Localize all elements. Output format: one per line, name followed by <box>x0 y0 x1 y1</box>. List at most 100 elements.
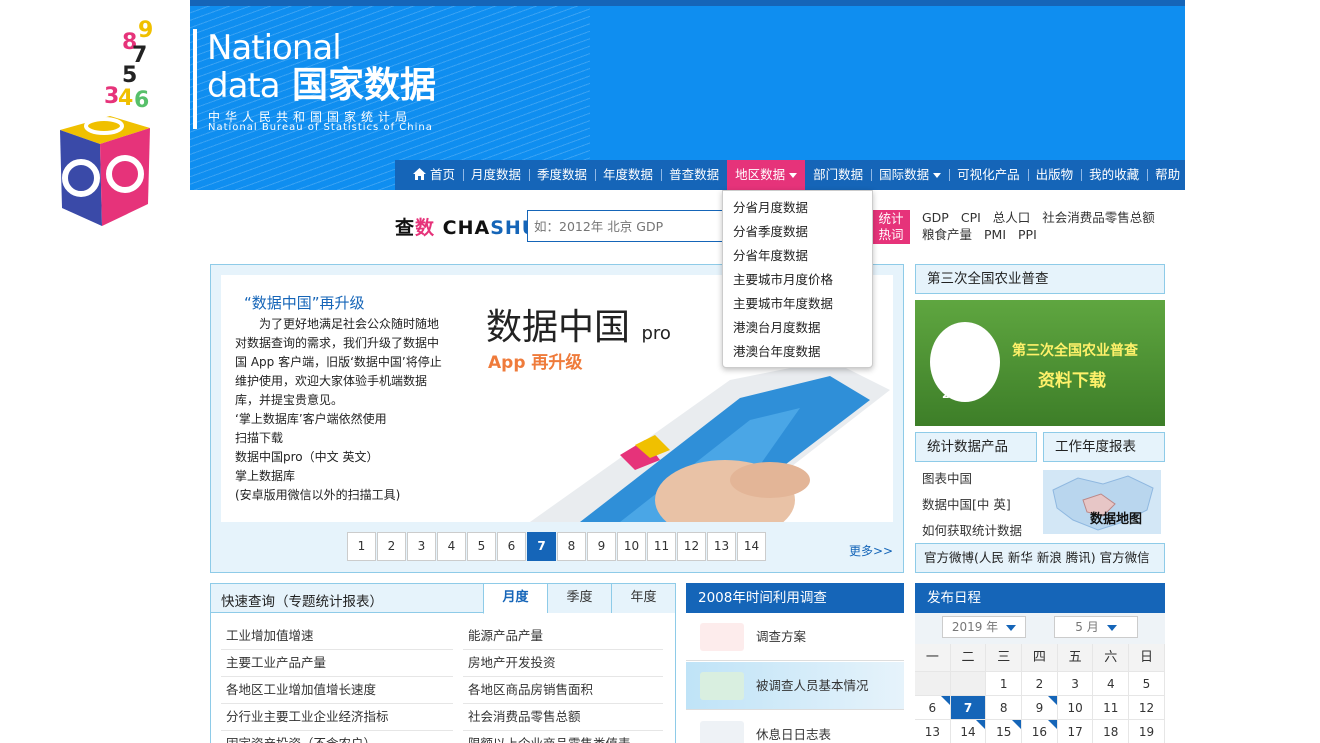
tab-annual[interactable]: 年度 <box>611 584 675 613</box>
calendar-day[interactable]: 5 <box>1129 672 1165 696</box>
nav-item-regional[interactable]: 地区数据 <box>727 160 806 190</box>
census-year: 2016 <box>942 388 973 401</box>
search-input[interactable] <box>527 210 727 242</box>
pager-page[interactable]: 9 <box>587 532 616 561</box>
pager-page[interactable]: 13 <box>707 532 736 561</box>
nav-item-international[interactable]: 国际数据 <box>871 160 949 190</box>
calendar-day[interactable]: 12 <box>1129 696 1165 720</box>
work-report-title[interactable]: 工作年度报表 <box>1043 432 1165 462</box>
nav-item-visualization[interactable]: 可视化产品 <box>949 160 1028 190</box>
list-item[interactable]: 工业增加值增速 <box>221 623 453 650</box>
stat-link-data-china[interactable]: 数据中国[中 英] <box>922 492 1022 518</box>
pager-page[interactable]: 10 <box>617 532 646 561</box>
nav-item-favorites[interactable]: 我的收藏 <box>1081 160 1147 190</box>
calendar-day[interactable]: 2 <box>1022 672 1058 696</box>
nav-item-department[interactable]: 部门数据 <box>805 160 871 190</box>
calendar-day[interactable]: 15 <box>986 720 1023 743</box>
carousel-title[interactable]: “数据中国”再升级 <box>244 292 365 313</box>
month-select[interactable]: 5 月 <box>1054 616 1138 638</box>
calendar-day[interactable]: 9 <box>1022 696 1058 720</box>
list-item[interactable]: 分行业主要工业企业经济指标 <box>221 704 453 731</box>
phone-image <box>530 360 890 522</box>
pager-page[interactable]: 5 <box>467 532 496 561</box>
calendar-day-today[interactable]: 7 <box>950 696 987 720</box>
pager-page[interactable]: 6 <box>497 532 526 561</box>
list-item[interactable]: 主要工业产品产量 <box>221 650 453 677</box>
nav-item-help[interactable]: 帮助 <box>1147 160 1188 190</box>
main-nav: 首页 月度数据 季度数据 年度数据 普查数据 地区数据 部门数据 国际数据 可视… <box>395 160 1185 190</box>
pager-page[interactable]: 11 <box>647 532 676 561</box>
pager-page[interactable]: 8 <box>557 532 586 561</box>
official-weibo[interactable]: 官方微博(人民 新华 新浪 腾讯) 官方微信 <box>915 543 1165 573</box>
calendar-day[interactable]: 6 <box>915 696 951 720</box>
logo-cube[interactable] <box>40 108 160 228</box>
calendar-day[interactable]: 14 <box>950 720 987 743</box>
hot-word-link[interactable]: 粮食产量 <box>922 227 972 242</box>
menu-item-province-monthly[interactable]: 分省月度数据 <box>723 196 872 220</box>
list-item[interactable]: 社会消费品零售总额 <box>463 704 663 731</box>
nav-item-quarterly[interactable]: 季度数据 <box>529 160 595 190</box>
hot-word-link[interactable]: PPI <box>1018 227 1037 242</box>
menu-item-city-annual[interactable]: 主要城市年度数据 <box>723 292 872 316</box>
calendar-day[interactable]: 19 <box>1129 720 1165 743</box>
hot-word-link[interactable]: GDP <box>922 210 949 225</box>
data-map-label[interactable]: 数据地图 <box>1090 508 1142 527</box>
list-item[interactable]: 能源产品产量 <box>463 623 663 650</box>
pager-page-active[interactable]: 7 <box>527 532 556 561</box>
survey-item[interactable]: 被调查人员基本情况 <box>686 662 904 710</box>
pager-page[interactable]: 14 <box>737 532 766 561</box>
census-title[interactable]: 第三次全国农业普查 <box>915 264 1165 294</box>
hot-word-link[interactable]: CPI <box>961 210 981 225</box>
nav-item-monthly[interactable]: 月度数据 <box>463 160 529 190</box>
list-item[interactable]: 房地产开发投资 <box>463 650 663 677</box>
calendar-day[interactable]: 11 <box>1093 696 1130 720</box>
quick-query-title: 快速查询（专题统计报表） <box>221 594 383 610</box>
nav-item-annual[interactable]: 年度数据 <box>595 160 661 190</box>
stat-link-how-to[interactable]: 如何获取统计数据 <box>922 518 1022 544</box>
pager-page[interactable]: 3 <box>407 532 436 561</box>
year-select[interactable]: 2019 年 <box>942 616 1026 638</box>
pager-page[interactable]: 2 <box>377 532 406 561</box>
pager-page[interactable]: 4 <box>437 532 466 561</box>
nav-item-publications[interactable]: 出版物 <box>1027 160 1082 190</box>
tab-monthly[interactable]: 月度 <box>483 584 547 614</box>
carousel-pager: 1 2 3 4 5 6 7 8 9 10 11 12 13 14 <box>347 532 767 561</box>
calendar-day[interactable]: 17 <box>1057 720 1094 743</box>
more-link[interactable]: 更多>> <box>849 542 893 559</box>
logo-char: 查 <box>395 217 416 239</box>
stat-products-title[interactable]: 统计数据产品 <box>915 432 1037 462</box>
stat-link-charts[interactable]: 图表中国 <box>922 466 1022 492</box>
menu-item-province-annual[interactable]: 分省年度数据 <box>723 244 872 268</box>
list-item[interactable]: 各地区商品房销售面积 <box>463 677 663 704</box>
hot-words: GDP CPI 总人口 社会消费品零售总额 粮食产量 PMI PPI <box>922 209 1182 243</box>
list-item[interactable]: 固定资产投资（不含农户） <box>221 731 453 743</box>
brand-cn-title: 国家数据 <box>292 65 437 106</box>
calendar-log-icon <box>700 721 744 743</box>
calendar-day[interactable]: 16 <box>1022 720 1058 743</box>
hot-word-link[interactable]: 社会消费品零售总额 <box>1042 210 1155 225</box>
survey-title[interactable]: 2008年时间利用调查 <box>686 583 904 613</box>
calendar-day[interactable]: 1 <box>986 672 1023 696</box>
pager-page[interactable]: 12 <box>677 532 706 561</box>
menu-item-hkmt-monthly[interactable]: 港澳台月度数据 <box>723 316 872 340</box>
survey-item[interactable]: 休息日日志表 <box>686 711 904 743</box>
nav-item-home[interactable]: 首页 <box>405 160 463 190</box>
calendar-day[interactable]: 4 <box>1093 672 1130 696</box>
survey-item[interactable]: 调查方案 <box>686 613 904 661</box>
census-banner[interactable]: 2016 第三次全国农业普查 资料下载 <box>915 300 1165 426</box>
hot-word-link[interactable]: PMI <box>984 227 1006 242</box>
calendar-day[interactable]: 8 <box>986 696 1023 720</box>
menu-item-city-monthly-price[interactable]: 主要城市月度价格 <box>723 268 872 292</box>
pager-page[interactable]: 1 <box>347 532 376 561</box>
calendar-day[interactable]: 3 <box>1057 672 1094 696</box>
calendar-day[interactable]: 13 <box>915 720 951 743</box>
menu-item-hkmt-annual[interactable]: 港澳台年度数据 <box>723 340 872 364</box>
calendar-day[interactable]: 18 <box>1093 720 1130 743</box>
hot-word-link[interactable]: 总人口 <box>993 210 1031 225</box>
menu-item-province-quarterly[interactable]: 分省季度数据 <box>723 220 872 244</box>
calendar-day[interactable]: 10 <box>1057 696 1094 720</box>
list-item[interactable]: 各地区工业增加值增长速度 <box>221 677 453 704</box>
list-item[interactable]: 限额以上企业商品零售类值表 <box>463 731 663 743</box>
tab-quarterly[interactable]: 季度 <box>547 584 611 613</box>
nav-item-census[interactable]: 普查数据 <box>661 160 727 190</box>
